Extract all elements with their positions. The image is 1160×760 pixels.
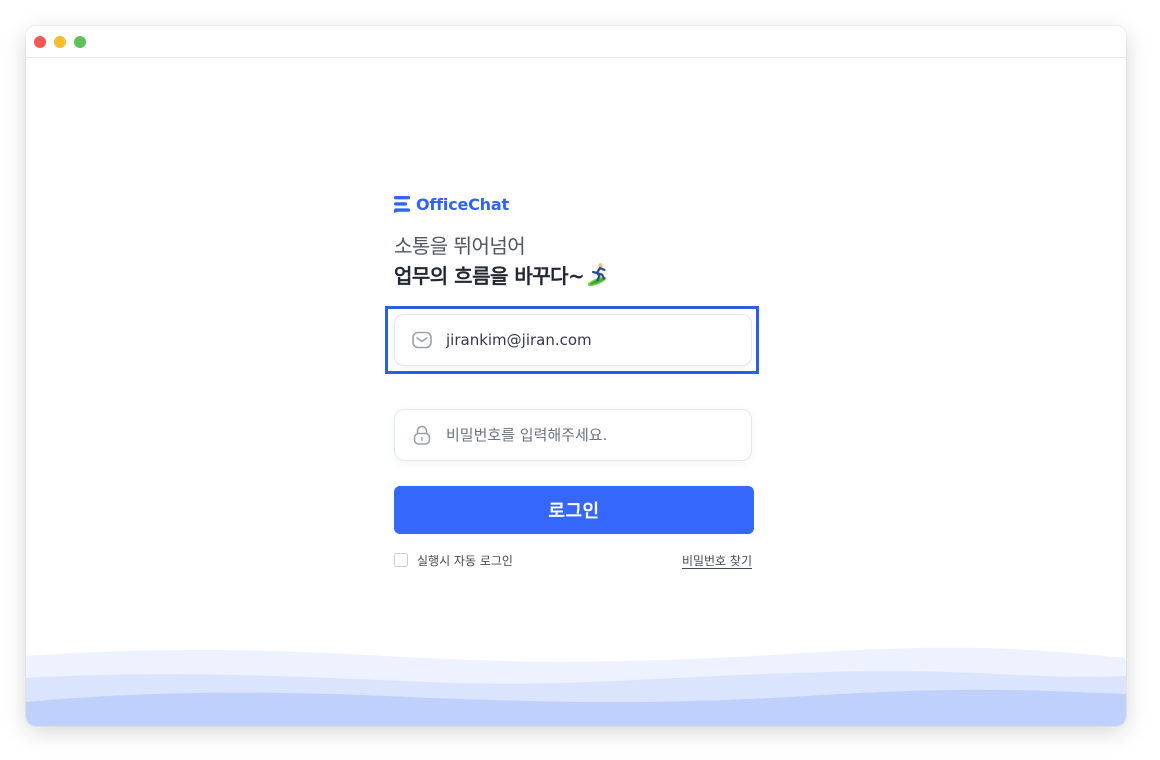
email-input[interactable] — [446, 331, 726, 349]
wave-decoration — [26, 647, 1126, 726]
password-input[interactable] — [446, 426, 726, 444]
minimize-window-button[interactable] — [54, 36, 66, 48]
headline-line-2: 업무의 흐름을 바꾸다~ — [394, 260, 754, 288]
login-button[interactable]: 로그인 — [394, 486, 754, 534]
find-password-link[interactable]: 비밀번호 찾기 — [682, 552, 752, 569]
login-panel: OfficeChat 소통을 뛰어넘어 업무의 흐름을 바꾸다~ jiranki… — [385, 192, 759, 568]
lock-icon — [413, 425, 431, 445]
surfer-emoji-icon — [587, 263, 607, 286]
title-bar — [26, 26, 1126, 58]
email-field[interactable] — [394, 314, 752, 366]
login-options: 실행시 자동 로그인 비밀번호 찾기 — [394, 550, 754, 570]
maximize-window-button[interactable] — [74, 36, 86, 48]
auto-login-label: 실행시 자동 로그인 — [417, 553, 513, 568]
app-window: OfficeChat 소통을 뛰어넘어 업무의 흐름을 바꾸다~ jiranki… — [26, 26, 1126, 726]
envelope-icon — [412, 331, 432, 349]
headline-line-1: 소통을 뛰어넘어 — [394, 234, 526, 258]
officechat-logo-icon — [394, 196, 410, 213]
close-window-button[interactable] — [34, 36, 46, 48]
brand-name: OfficeChat — [416, 194, 509, 214]
brand-logo: OfficeChat — [394, 192, 754, 216]
auto-login-option[interactable]: 실행시 자동 로그인 — [394, 552, 513, 569]
auto-login-checkbox[interactable] — [394, 553, 408, 567]
headline-line-2-text: 업무의 흐름을 바꾸다~ — [394, 263, 585, 288]
password-field[interactable] — [394, 409, 752, 461]
